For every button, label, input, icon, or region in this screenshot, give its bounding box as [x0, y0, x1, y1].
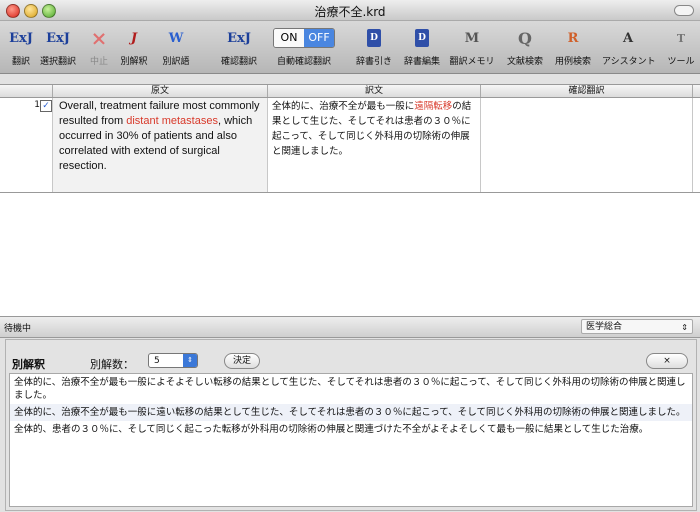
stop-label: 中止	[89, 57, 108, 67]
check-translate-label: 確認翻訳	[220, 57, 257, 67]
domain-select[interactable]: 医学総合 ⇕	[581, 319, 693, 334]
exj-icon: ExJ	[46, 30, 70, 46]
translation-text-part: 全体的に、治療不全が最も一般に	[272, 101, 415, 112]
assistant-button[interactable]: A アシスタント	[602, 25, 656, 69]
literature-search-label: 文献検索	[506, 57, 543, 67]
translation-memory-button[interactable]: M 翻訳メモリ	[448, 25, 496, 69]
domain-select-value: 医学総合	[586, 322, 623, 332]
stop-x-icon: ×	[90, 26, 108, 50]
toolbar: ExJ 翻訳 ExJ 選択翻訳 × 中止 J 別解釈 W 別訳語 ExJ 確認翻…	[0, 21, 700, 74]
on-option[interactable]: ON	[274, 29, 304, 47]
dictionary-lookup-button[interactable]: D 辞書引き	[354, 25, 394, 69]
status-text: 待機中	[4, 324, 32, 334]
auto-check-label: 自動確認翻訳	[276, 57, 331, 67]
title-bar: 治療不全.krd	[0, 0, 700, 21]
header-translation[interactable]: 訳文	[268, 85, 481, 97]
exj-check-icon: ExJ	[227, 30, 251, 46]
window-title: 治療不全.krd	[314, 5, 386, 19]
tools-button[interactable]: T ツール	[664, 25, 698, 69]
alt-word-button[interactable]: W 別訳語	[156, 25, 196, 69]
alt-interpretation-panel: 別解釈 別解数： 5 ⇕ 決定 × 全体的に、治療不全が最も一般によそよそしい転…	[5, 339, 697, 511]
dictionary-edit-button[interactable]: D 辞書編集	[402, 25, 442, 69]
translation-table: 原文 訳文 確認翻訳 1 ✓ Overall, treatment failur…	[0, 84, 700, 317]
source-text[interactable]: Overall, treatment failure most commonly…	[53, 98, 267, 175]
example-search-icon: R	[567, 30, 579, 46]
alt-list: 全体的に、治療不全が最も一般によそよそしい転移の結果として生じた、そしてそれは患…	[9, 373, 693, 507]
literature-search-button[interactable]: Q 文献検索	[504, 25, 546, 69]
row-number-cell: 1 ✓	[0, 98, 53, 192]
dictionary-edit-icon: D	[415, 29, 429, 47]
close-panel-button[interactable]: ×	[646, 353, 688, 369]
alt-panel-heading: 別解釈	[12, 358, 45, 371]
header-number	[0, 85, 53, 97]
alt-count-value: 5	[154, 356, 160, 366]
toolbar-toggle-button[interactable]	[674, 5, 694, 16]
table-row[interactable]: 1 ✓ Overall, treatment failure most comm…	[0, 98, 700, 193]
alt-count-label: 別解数：	[90, 358, 134, 371]
tools-icon: T	[676, 31, 686, 45]
auto-check-toggle[interactable]: ON OFF 自動確認翻訳	[272, 25, 336, 69]
header-check[interactable]: 確認翻訳	[481, 85, 693, 97]
translation-highlight: 遠隔転移	[414, 101, 453, 112]
updown-arrow-icon: ⇕	[183, 354, 197, 367]
example-search-label: 用例検索	[554, 57, 591, 67]
status-bar: 待機中 医学総合 ⇕	[0, 316, 700, 338]
assistant-label: アシスタント	[602, 57, 656, 67]
stop-button[interactable]: × 中止	[84, 25, 114, 69]
alt-word-icon: W	[168, 30, 184, 46]
translate-label: 翻訳	[11, 57, 30, 67]
alt-interpretation-button[interactable]: J 別解釈	[116, 25, 152, 69]
off-option[interactable]: OFF	[304, 29, 334, 47]
list-item[interactable]: 全体的に、治療不全が最も一般に遠い転移の結果として生じた、そしてそれは患者の３０…	[10, 404, 692, 421]
example-search-button[interactable]: R 用例検索	[552, 25, 594, 69]
dictionary-edit-label: 辞書編集	[403, 57, 440, 67]
memory-icon: M	[464, 30, 480, 46]
assistant-icon: A	[622, 30, 634, 46]
decide-button[interactable]: 決定	[224, 353, 260, 369]
selection-translate-label: 選択翻訳	[39, 57, 76, 67]
translation-text[interactable]: 全体的に、治療不全が最も一般に遠隔転移の結果として生じた、そしてそれは患者の３０…	[268, 98, 480, 160]
translation-memory-label: 翻訳メモリ	[449, 57, 495, 67]
list-item[interactable]: 全体的に、治療不全が最も一般によそよそしい転移の結果として生じた、そしてそれは患…	[10, 374, 692, 404]
list-item[interactable]: 全体的、患者の３０％に、そして同じく起こった転移が外科用の切除術の伸展と関連づけ…	[10, 421, 692, 438]
updown-arrow-icon: ⇕	[681, 323, 688, 332]
source-cell[interactable]: Overall, treatment failure most commonly…	[53, 98, 268, 192]
on-off-switch[interactable]: ON OFF	[273, 28, 335, 48]
alt-interpretation-label: 別解釈	[120, 57, 148, 67]
dictionary-lookup-label: 辞書引き	[355, 57, 392, 67]
tools-label: ツール	[667, 57, 695, 67]
app-window: 治療不全.krd ExJ 翻訳 ExJ 選択翻訳 × 中止 J 別解釈 W 別訳…	[0, 0, 700, 512]
selection-translate-button[interactable]: ExJ 選択翻訳	[36, 25, 80, 69]
table-header: 原文 訳文 確認翻訳	[0, 85, 700, 98]
row-checkbox[interactable]: ✓	[40, 100, 52, 112]
alt-word-label: 別訳語	[162, 57, 190, 67]
check-translate-button[interactable]: ExJ 確認翻訳	[214, 25, 264, 69]
search-icon: Q	[518, 28, 532, 48]
source-highlight: distant metastases	[126, 115, 218, 127]
translate-button[interactable]: ExJ 翻訳	[6, 25, 36, 69]
alt-count-select[interactable]: 5 ⇕	[148, 353, 198, 368]
alt-interpretation-icon: J	[130, 30, 138, 46]
exj-icon: ExJ	[9, 30, 33, 46]
dictionary-icon: D	[367, 29, 381, 47]
translation-cell[interactable]: 全体的に、治療不全が最も一般に遠隔転移の結果として生じた、そしてそれは患者の３０…	[268, 98, 481, 192]
header-source[interactable]: 原文	[53, 85, 268, 97]
check-translation-cell[interactable]	[481, 98, 693, 192]
